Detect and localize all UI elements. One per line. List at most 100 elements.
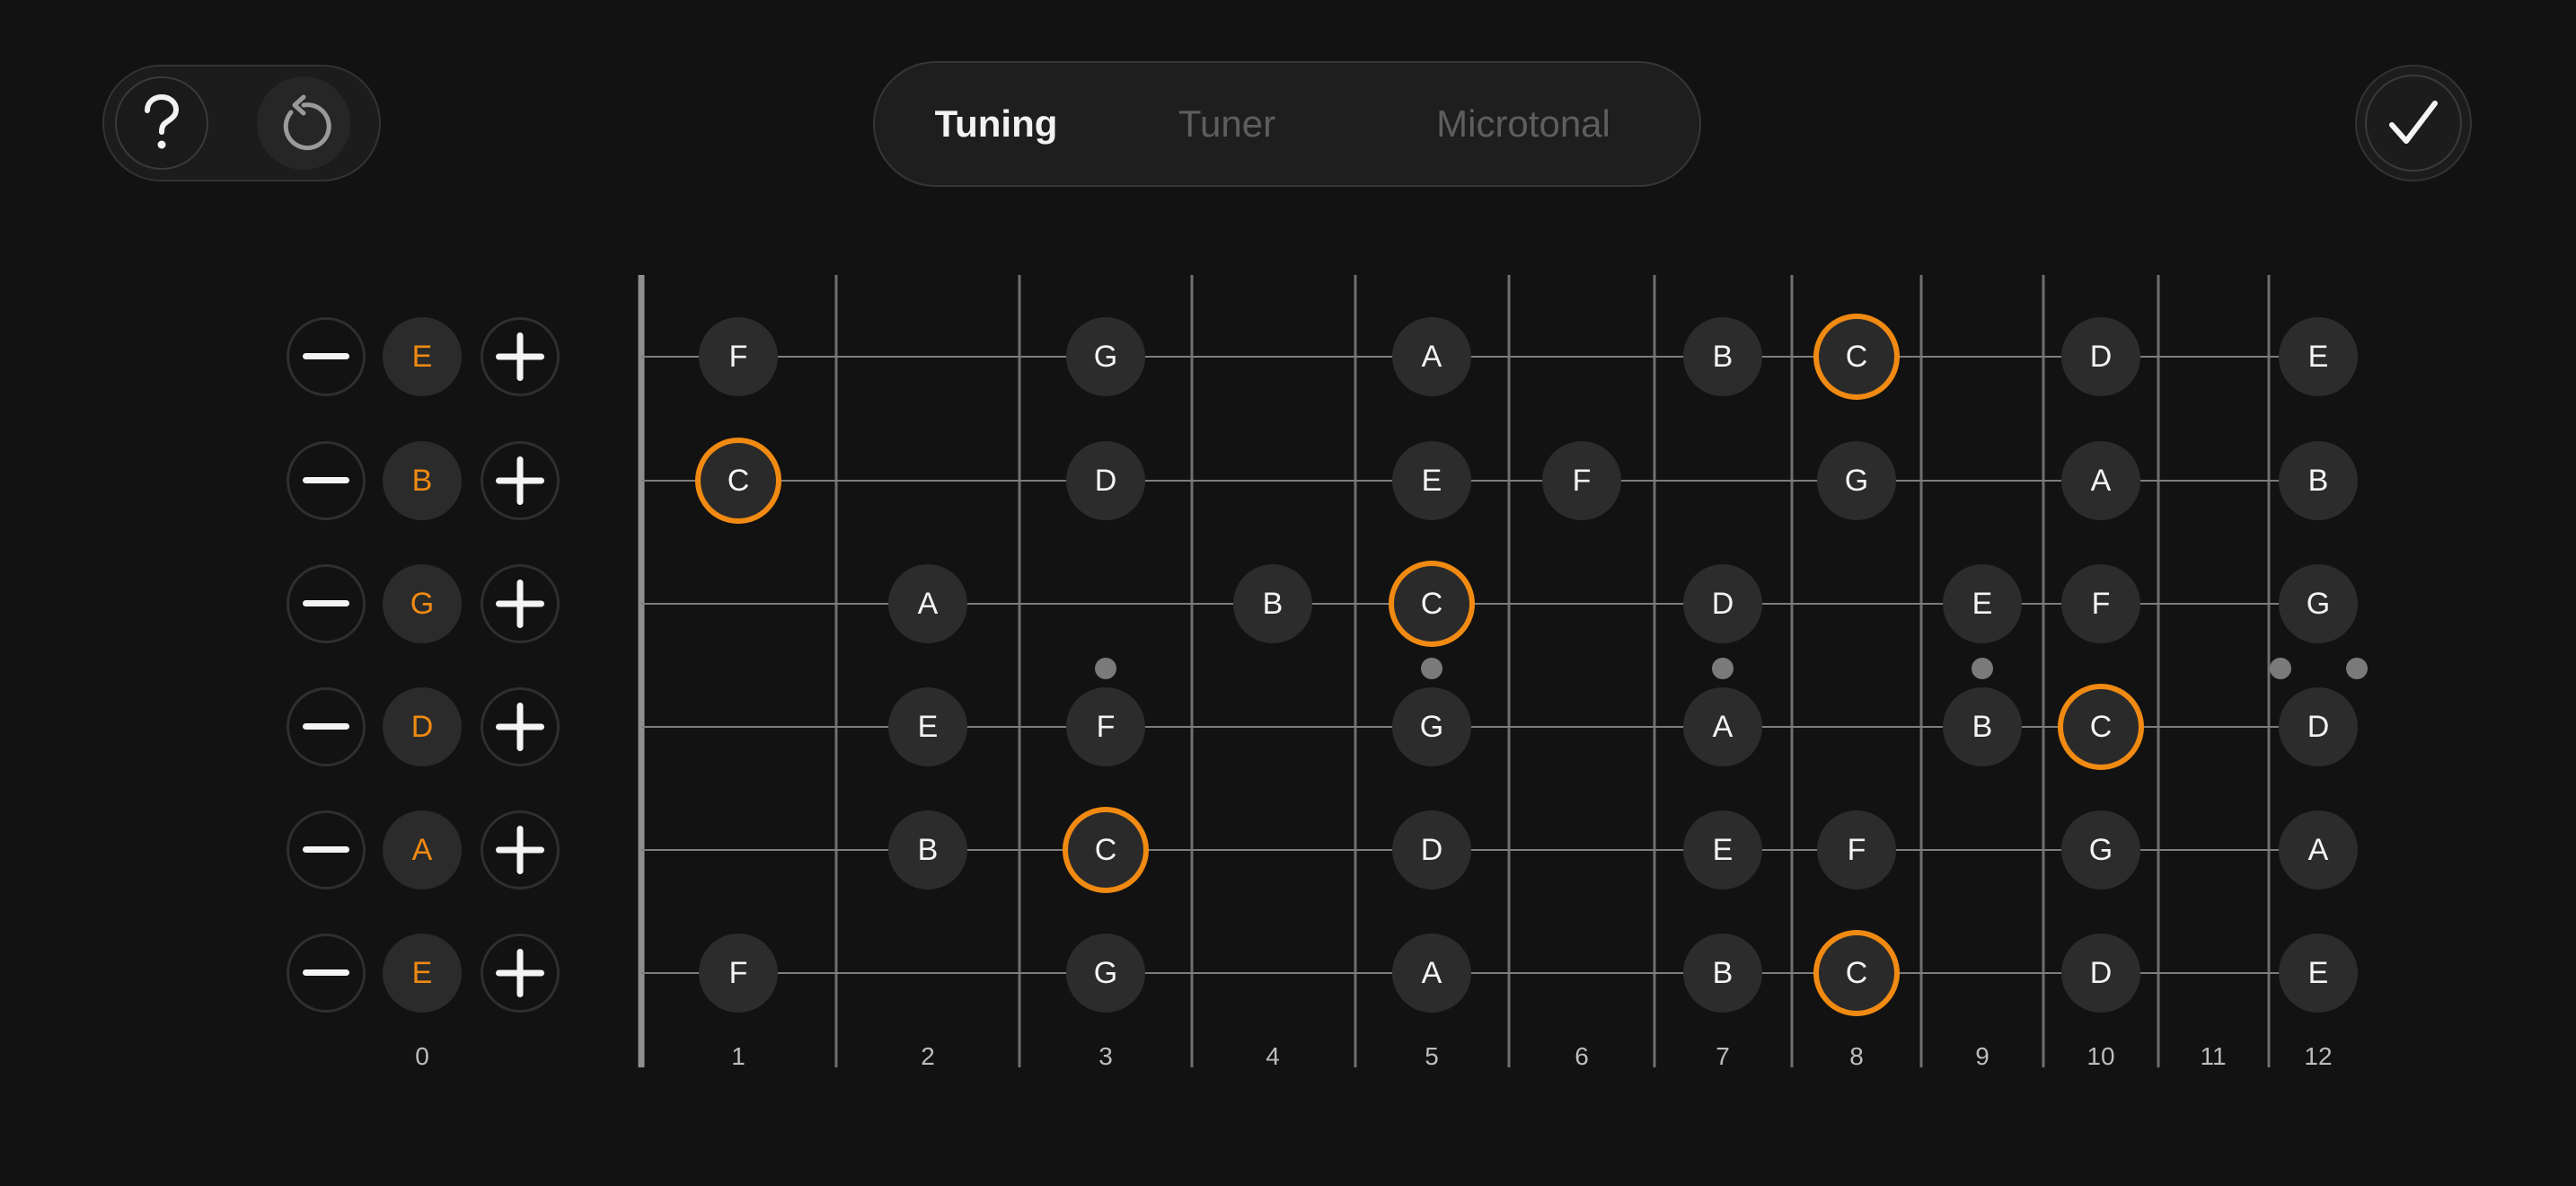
plus-icon [496,826,544,874]
fret-note[interactable]: D [2061,317,2140,396]
fret-note[interactable]: A [1392,317,1471,396]
tab-microtonal[interactable]: Microtonal [1412,63,1635,185]
fret-note[interactable]: E [1683,810,1762,890]
string-tuning-note[interactable]: E [383,317,462,396]
tune-down-button[interactable] [287,564,366,643]
fret-note[interactable]: F [1817,810,1896,890]
checkmark-icon [2389,101,2438,144]
minus-icon [303,600,349,606]
tune-down-button[interactable] [287,934,366,1013]
fret-note[interactable]: A [2061,441,2140,520]
fret-number: 12 [2304,1042,2333,1070]
fret-number: 8 [1849,1042,1864,1070]
reset-button[interactable] [257,76,350,170]
fret-note[interactable]: E [888,687,967,766]
fret-note[interactable]: E [1943,564,2022,643]
fret-note[interactable]: B [1683,934,1762,1013]
fret-note[interactable]: D [1392,810,1471,890]
fret-note[interactable]: F [699,934,778,1013]
inlay-marker [1972,658,1993,679]
plus-icon [496,580,544,628]
string-tuning-note[interactable]: G [383,564,462,643]
fret-number: 6 [1575,1042,1589,1070]
fret-number: 2 [921,1042,935,1070]
fret-note[interactable]: B [1233,564,1312,643]
minus-icon [303,846,349,853]
fret-note[interactable]: A [1392,934,1471,1013]
inlay-marker [1095,658,1116,679]
tune-up-button[interactable] [481,687,560,766]
fret-note[interactable]: D [1066,441,1145,520]
tune-down-button[interactable] [287,810,366,890]
fret-note[interactable]: G [1066,317,1145,396]
tune-up-button[interactable] [481,810,560,890]
inlay-marker [1712,658,1734,679]
fret-note[interactable]: A [1683,687,1762,766]
tune-up-button[interactable] [481,564,560,643]
string-tuning-note[interactable]: E [383,934,462,1013]
fret-note[interactable]: D [1683,564,1762,643]
confirm-button[interactable] [2355,65,2472,181]
tune-up-button[interactable] [481,441,560,520]
fret-note[interactable]: D [2061,934,2140,1013]
confirm-button-ring [2365,75,2462,172]
tune-down-button[interactable] [287,441,366,520]
highlighted-note[interactable]: C [2058,684,2144,770]
tab-tuner[interactable]: Tuner [1155,63,1299,185]
fret-number: 4 [1266,1042,1280,1070]
plus-icon [496,456,544,505]
minus-icon [303,969,349,976]
fret-note[interactable]: B [1683,317,1762,396]
highlighted-note[interactable]: C [1389,561,1475,647]
inlay-marker [1421,658,1442,679]
fret-note[interactable]: G [1392,687,1471,766]
fret-note[interactable]: B [2279,441,2358,520]
fret-number: 5 [1425,1042,1439,1070]
question-mark-icon [145,94,180,149]
tune-down-button[interactable] [287,687,366,766]
fret-note[interactable]: F [1542,441,1621,520]
fret-note[interactable]: F [699,317,778,396]
fret-number: 10 [2086,1042,2115,1070]
highlighted-note[interactable]: C [1813,930,1900,1016]
fret-number: 11 [2200,1042,2227,1070]
string-tuning-note[interactable]: B [383,441,462,520]
fret-note[interactable]: A [888,564,967,643]
string-tuning-note[interactable]: A [383,810,462,890]
fret-number: 9 [1975,1042,1989,1070]
fret-number: 7 [1716,1042,1730,1070]
minus-icon [303,477,349,483]
fret-number: 0 [415,1042,429,1070]
minus-icon [303,723,349,730]
string-tuning-note[interactable]: D [383,687,462,766]
fret-note[interactable]: B [1943,687,2022,766]
fret-note[interactable]: B [888,810,967,890]
help-reset-group [102,65,381,181]
fret-note[interactable]: F [1066,687,1145,766]
plus-icon [496,332,544,381]
minus-icon [303,353,349,359]
tune-down-button[interactable] [287,317,366,396]
fret-note[interactable]: G [2279,564,2358,643]
tune-up-button[interactable] [481,934,560,1013]
highlighted-note[interactable]: C [1063,807,1149,893]
fret-note[interactable]: E [2279,934,2358,1013]
fret-note[interactable]: G [2061,810,2140,890]
plus-icon [496,703,544,751]
fret-note[interactable]: F [2061,564,2140,643]
rotate-ccw-icon [283,94,331,151]
highlighted-note[interactable]: C [1813,314,1900,400]
inlay-marker [2270,658,2291,679]
tab-tuning[interactable]: Tuning [911,63,1081,185]
tune-up-button[interactable] [481,317,560,396]
fret-note[interactable]: A [2279,810,2358,890]
fret-note[interactable]: E [2279,317,2358,396]
highlighted-note[interactable]: C [695,438,781,524]
fret-note[interactable]: G [1066,934,1145,1013]
fret-note[interactable]: G [1817,441,1896,520]
plus-icon [496,949,544,997]
help-button[interactable] [115,76,208,170]
fret-note[interactable]: E [1392,441,1471,520]
fret-note[interactable]: D [2279,687,2358,766]
fret-number: 1 [731,1042,745,1070]
